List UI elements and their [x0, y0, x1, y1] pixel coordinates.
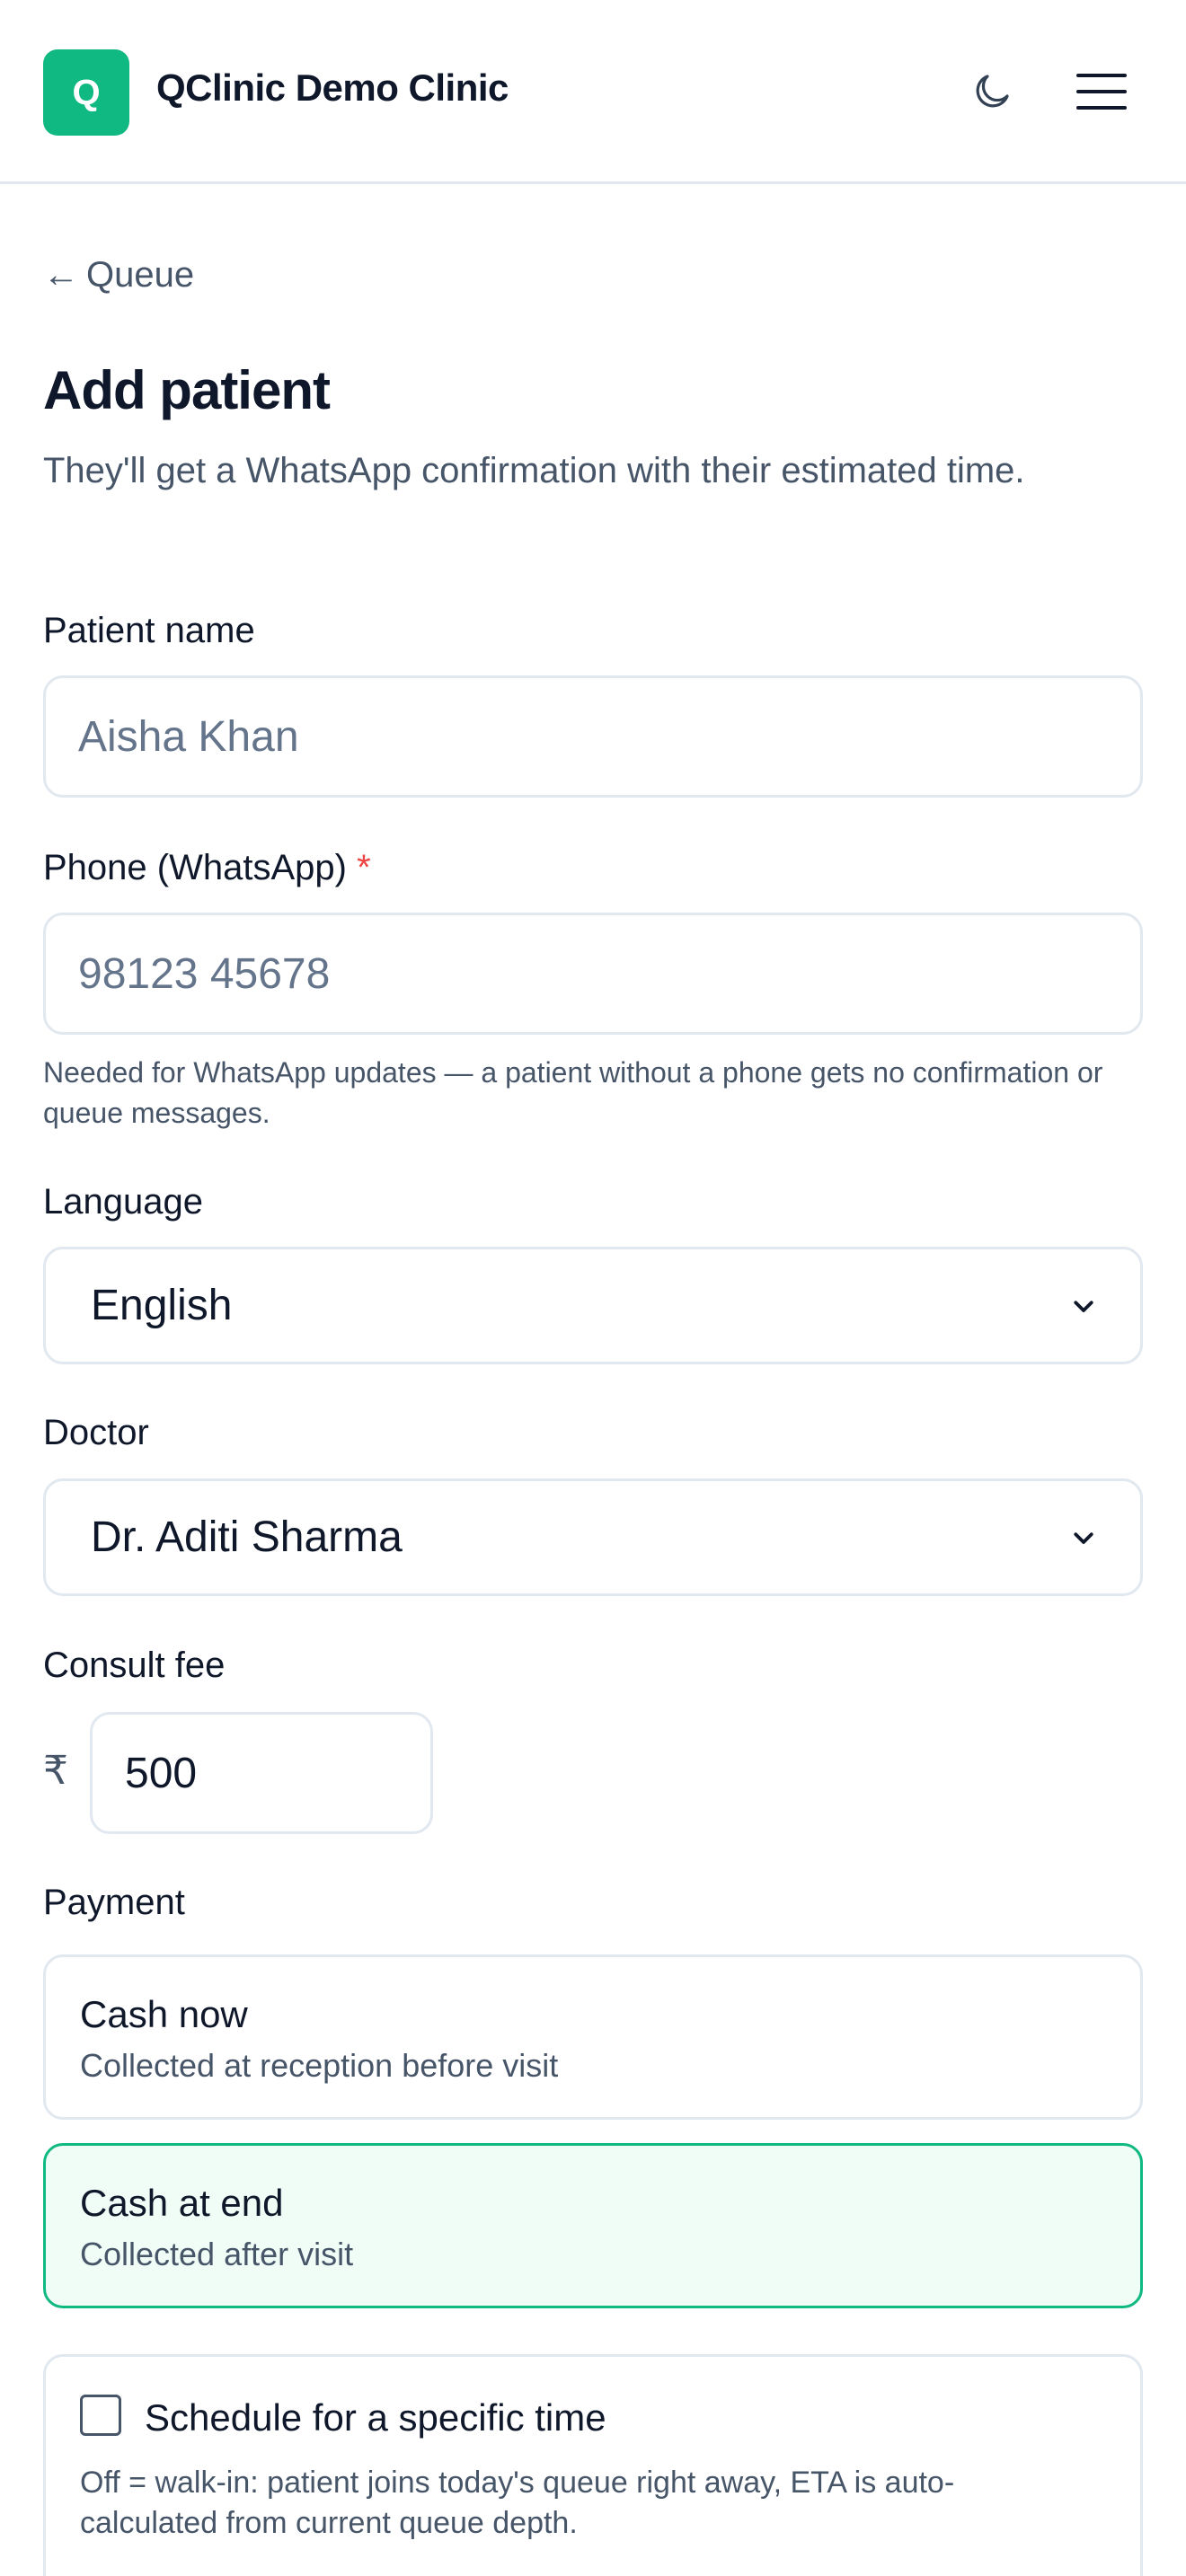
language-select[interactable]: English: [43, 1247, 1143, 1364]
schedule-help-text: Off = walk-in: patient joins today's que…: [80, 2466, 955, 2540]
consult-fee-input[interactable]: [90, 1712, 433, 1834]
page-subtitle: They'll get a WhatsApp confirmation with…: [43, 451, 1025, 490]
patient-name-label: Patient name: [43, 611, 255, 650]
theme-toggle-button[interactable]: [963, 63, 1021, 120]
menu-button[interactable]: [1073, 63, 1130, 120]
payment-option-description: Collected at reception before visit: [80, 2047, 559, 2084]
currency-symbol: ₹: [43, 1749, 68, 1793]
patient-name-input[interactable]: [43, 675, 1143, 798]
moon-icon: [976, 75, 1009, 108]
phone-label: Phone (WhatsApp) *: [43, 848, 371, 888]
phone-help-text: Needed for WhatsApp updates — a patient …: [43, 1056, 1103, 1129]
language-select-value: English: [91, 1282, 233, 1329]
phone-label-text: Phone (WhatsApp): [43, 848, 347, 887]
doctor-select[interactable]: Dr. Aditi Sharma: [43, 1478, 1143, 1596]
clinic-name[interactable]: QClinic Demo Clinic: [156, 66, 509, 110]
chevron-down-icon: [1074, 1531, 1093, 1544]
payment-option-title: Cash now: [80, 1993, 248, 2035]
schedule-checkbox[interactable]: [80, 2395, 121, 2436]
payment-option-cash-at-end[interactable]: Cash at end Collected after visit: [43, 2143, 1143, 2308]
arrow-left-icon: ←: [43, 255, 79, 295]
payment-label: Payment: [43, 1883, 185, 1922]
schedule-label[interactable]: Schedule for a specific time: [145, 2396, 606, 2439]
page-title: Add patient: [43, 360, 331, 420]
language-label: Language: [43, 1182, 203, 1222]
chevron-down-icon: [1074, 1300, 1093, 1312]
payment-option-cash-now[interactable]: Cash now Collected at reception before v…: [43, 1954, 1143, 2120]
app-header: Q QClinic Demo Clinic: [0, 0, 1186, 184]
consult-fee-label: Consult fee: [43, 1645, 226, 1685]
required-mark: *: [357, 848, 371, 887]
hamburger-menu-icon: [1076, 74, 1127, 110]
payment-option-description: Collected after visit: [80, 2236, 354, 2272]
schedule-card: Schedule for a specific time Off = walk-…: [43, 2354, 1143, 2576]
back-to-queue-link[interactable]: ← Queue: [43, 255, 194, 296]
doctor-select-value: Dr. Aditi Sharma: [91, 1513, 403, 1561]
doctor-label: Doctor: [43, 1413, 149, 1452]
phone-input[interactable]: [43, 913, 1143, 1035]
payment-option-title: Cash at end: [80, 2182, 284, 2224]
clinic-logo[interactable]: Q: [43, 49, 129, 136]
back-link-label: Queue: [86, 255, 195, 295]
